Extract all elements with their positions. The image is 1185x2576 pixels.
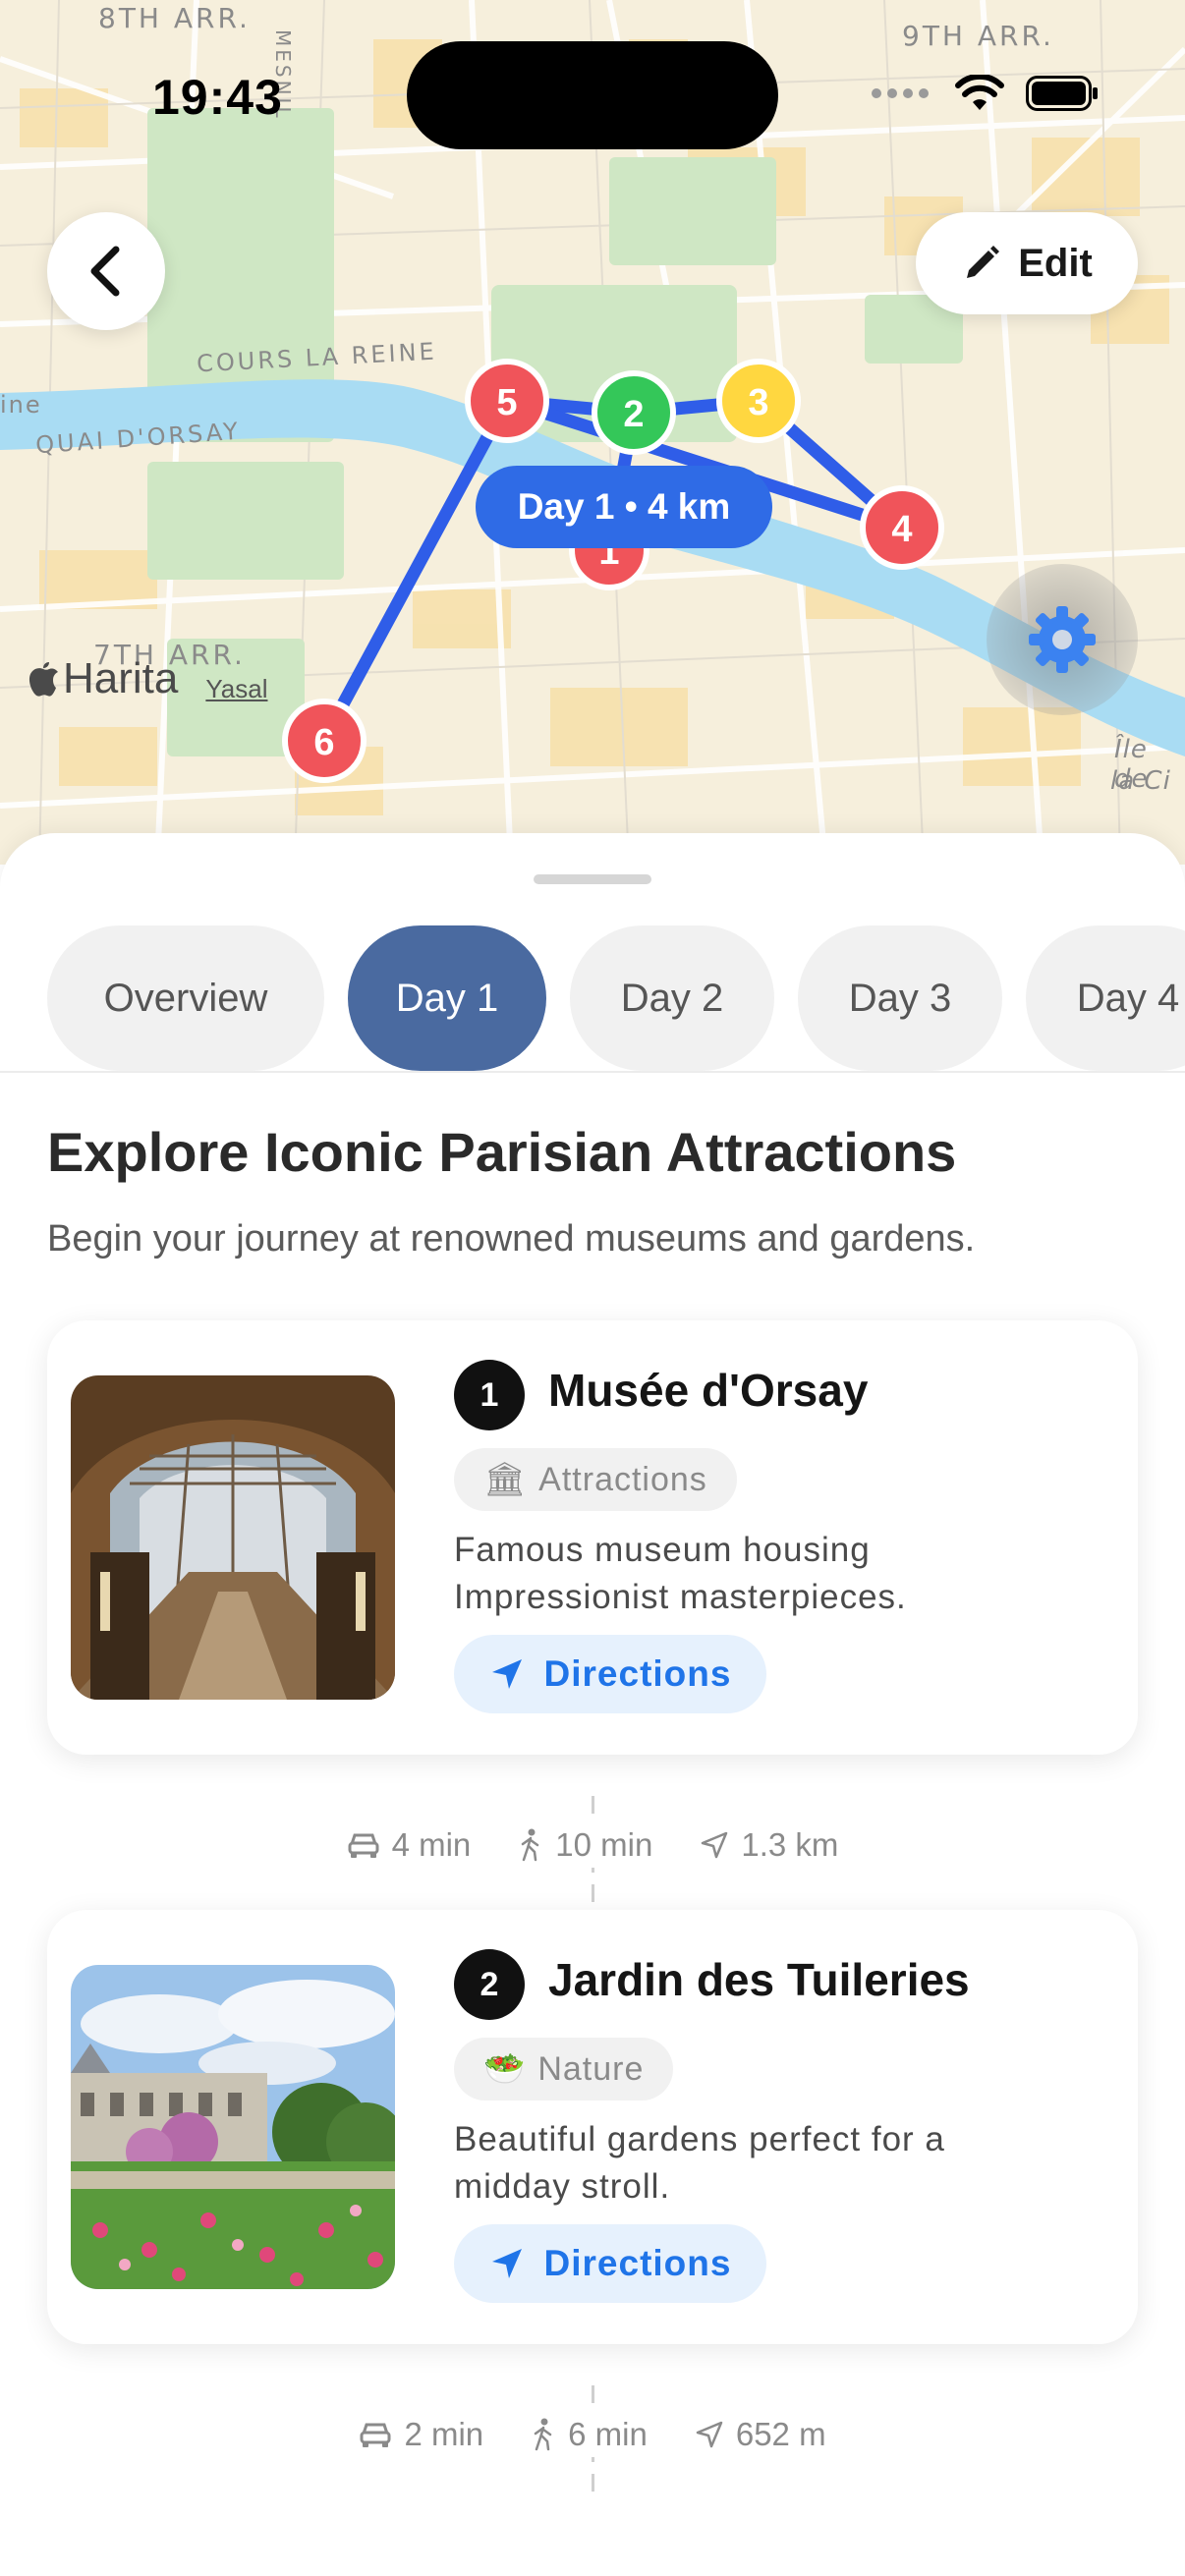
drive-time: 2 min bbox=[353, 2412, 490, 2457]
day-subtitle: Begin your journey at renowned museums a… bbox=[47, 1218, 976, 1260]
itinerary-sheet: Overview Day 1 Day 2 Day 3 Day 4 Explore… bbox=[0, 833, 1185, 2576]
museum-icon: 🏛 bbox=[483, 1461, 528, 1498]
navigation-arrow-icon bbox=[491, 1659, 522, 1689]
map-settings-button[interactable] bbox=[987, 564, 1138, 715]
cellular-signal-icon bbox=[872, 88, 929, 98]
status-icons bbox=[871, 75, 1099, 112]
category-label: Attractions bbox=[538, 1460, 707, 1498]
edit-button-label: Edit bbox=[1018, 241, 1093, 285]
walking-icon bbox=[534, 2418, 552, 2451]
back-button[interactable] bbox=[47, 212, 165, 330]
place-description: Beautiful gardens perfect for a midday s… bbox=[454, 2120, 945, 2206]
car-icon bbox=[348, 1833, 379, 1858]
place-description: Famous museum housing Impressionist mast… bbox=[454, 1531, 907, 1616]
marker-5[interactable]: 5 bbox=[465, 359, 549, 443]
day-title: Explore Iconic Parisian Attractions bbox=[47, 1121, 957, 1183]
gear-icon bbox=[1029, 606, 1096, 673]
tab-overview[interactable]: Overview bbox=[47, 925, 324, 1071]
marker-2[interactable]: 2 bbox=[592, 370, 676, 455]
location-arrow-icon bbox=[702, 1831, 728, 1859]
sheet-grabber[interactable] bbox=[534, 874, 651, 884]
travel-segment: 2 min 6 min 652 m bbox=[0, 2385, 1185, 2493]
place-name: Jardin des Tuileries bbox=[548, 1954, 970, 2005]
marker-4[interactable]: 4 bbox=[860, 485, 944, 570]
place-number-badge: 1 bbox=[454, 1360, 525, 1430]
distance: 652 m bbox=[688, 2412, 832, 2457]
walking-icon bbox=[522, 1828, 539, 1862]
category-chip: 🥗 Nature bbox=[454, 2038, 674, 2100]
place-photo-jardin-tuileries bbox=[71, 1965, 395, 2289]
status-time: 19:43 bbox=[152, 70, 283, 125]
category-label: Nature bbox=[537, 2049, 645, 2088]
pencil-icon bbox=[967, 246, 1000, 278]
svg-text:3: 3 bbox=[748, 382, 768, 423]
battery-icon bbox=[1026, 76, 1098, 111]
svg-text:2: 2 bbox=[623, 394, 644, 435]
place-name: Musée d'Orsay bbox=[548, 1365, 869, 1416]
walk-time: 6 min bbox=[525, 2412, 653, 2457]
tabs-divider bbox=[0, 1071, 1185, 1073]
place-card[interactable]: 2 Jardin des Tuileries 🥗 Nature Beautifu… bbox=[47, 1910, 1138, 2344]
map-attribution: Harita Yasal bbox=[28, 654, 267, 704]
walk-time: 10 min bbox=[512, 1822, 659, 1868]
nature-icon: 🥗 bbox=[483, 2050, 527, 2088]
directions-button[interactable]: Directions bbox=[454, 2224, 766, 2303]
directions-button[interactable]: Directions bbox=[454, 1635, 766, 1713]
car-icon bbox=[360, 2423, 391, 2447]
place-card[interactable]: 1 Musée d'Orsay 🏛 Attractions Famous mus… bbox=[47, 1320, 1138, 1755]
location-arrow-icon bbox=[696, 2421, 723, 2448]
place-photo-musee-orsay bbox=[71, 1375, 395, 1700]
tab-day-2[interactable]: Day 2 bbox=[570, 925, 774, 1071]
directions-label: Directions bbox=[543, 1653, 732, 1694]
category-chip: 🏛 Attractions bbox=[454, 1448, 737, 1511]
svg-text:4: 4 bbox=[891, 509, 912, 550]
svg-text:5: 5 bbox=[496, 382, 517, 423]
apple-logo-icon bbox=[28, 662, 58, 697]
day-distance-bubble: Day 1 • 4 km bbox=[476, 466, 772, 548]
day-tabs: Overview Day 1 Day 2 Day 3 Day 4 bbox=[47, 925, 1185, 1071]
drive-time: 4 min bbox=[340, 1822, 478, 1868]
edit-button[interactable]: Edit bbox=[916, 212, 1138, 314]
marker-6[interactable]: 6 bbox=[282, 699, 367, 783]
navigation-arrow-icon bbox=[491, 2249, 522, 2278]
directions-label: Directions bbox=[543, 2243, 732, 2283]
tab-day-3[interactable]: Day 3 bbox=[798, 925, 1002, 1071]
chevron-left-icon bbox=[90, 246, 120, 297]
svg-text:6: 6 bbox=[313, 722, 334, 763]
map-view[interactable]: 8TH ARR. 9TH ARR. 7TH ARR. MESNIL COURS … bbox=[0, 0, 1185, 865]
distance: 1.3 km bbox=[694, 1822, 845, 1868]
marker-3[interactable]: 3 bbox=[716, 359, 801, 443]
wifi-icon bbox=[955, 75, 1004, 110]
map-brand-label: Harita bbox=[63, 654, 179, 702]
tab-day-4[interactable]: Day 4 bbox=[1026, 925, 1185, 1071]
dynamic-island bbox=[407, 41, 778, 149]
tab-day-1[interactable]: Day 1 bbox=[348, 925, 546, 1071]
travel-segment: 4 min 10 min 1.3 km bbox=[0, 1796, 1185, 1904]
legal-link[interactable]: Yasal bbox=[205, 674, 267, 704]
place-number-badge: 2 bbox=[454, 1949, 525, 2020]
